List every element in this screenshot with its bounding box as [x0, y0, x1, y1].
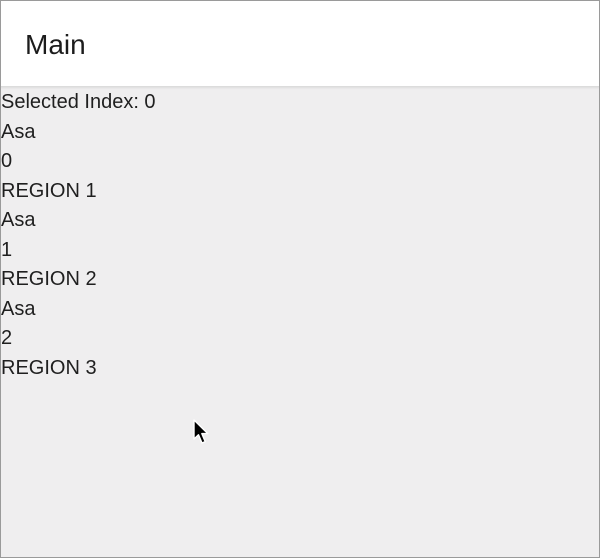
region-item-name: Asa	[1, 297, 36, 320]
region-item-label: REGION 1	[1, 179, 97, 202]
page-title: Main	[25, 29, 86, 60]
region-item-index: 1	[1, 238, 13, 261]
list-item-region-3[interactable]: Asa 2 REGION 3	[0, 295, 600, 384]
region-list: Selected Index: 0 Asa 0 REGION 1 Asa 1 R…	[0, 88, 600, 383]
region-item-name: Asa	[1, 209, 36, 231]
region-item-index: 2	[1, 327, 13, 349]
region-item-label: REGION 2	[1, 268, 97, 290]
region-item-label: REGION 3	[1, 356, 97, 379]
selected-index-label: Selected Index: 0	[1, 91, 156, 113]
mouse-pointer-icon	[193, 419, 209, 444]
list-item-region-1[interactable]: Asa 0 REGION 1	[0, 118, 600, 207]
app-bar: Main	[0, 0, 600, 87]
region-item-name: Asa	[1, 120, 36, 143]
region-item-index: 0	[1, 150, 13, 172]
list-item-region-2[interactable]: Asa 1 REGION 2	[0, 206, 600, 295]
